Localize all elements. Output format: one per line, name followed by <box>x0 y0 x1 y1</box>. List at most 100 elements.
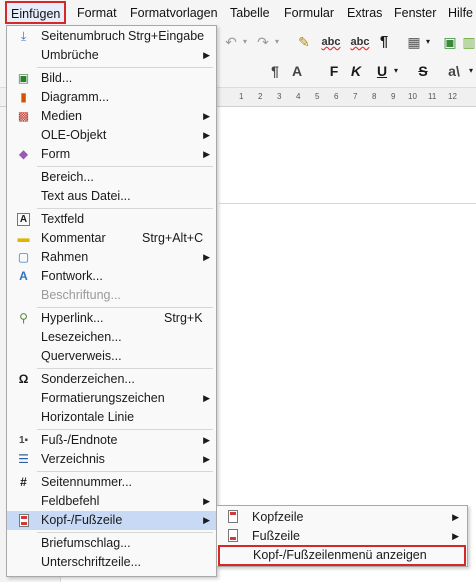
menu-item-kommentar[interactable]: ▬ Kommentar Strg+Alt+C <box>7 229 216 248</box>
submenu-arrow-icon: ▶ <box>203 454 210 464</box>
menu-item-unterschriftzeile[interactable]: Unterschriftzeile... <box>7 553 216 572</box>
menu-item-diagramm[interactable]: ▮ Diagramm... <box>7 88 216 107</box>
menu-item-fussnote[interactable]: 1▪ Fuß-/Endnote ▶ <box>7 431 216 450</box>
menu-item-formatierungszeichen[interactable]: Formatierungszeichen ▶ <box>7 389 216 408</box>
ruler-tick: 2 <box>258 92 263 101</box>
menu-formatvorlagen[interactable]: Formatvorlagen <box>130 0 218 27</box>
menu-item-hyperlink[interactable]: ⚲ Hyperlink... Strg+K <box>7 309 216 328</box>
menu-item-beschriftung: Beschriftung... <box>7 286 216 305</box>
insert-chart-icon[interactable]: ▥ <box>462 32 476 52</box>
ruler-tick: 11 <box>428 92 437 101</box>
char-style-icon[interactable]: A <box>288 61 306 81</box>
media-icon: ▩ <box>17 109 30 123</box>
submenu-item-label: Kopf-/Fußzeilenmenü anzeigen <box>253 548 427 562</box>
undo-icon[interactable]: ↶ <box>222 32 240 52</box>
menu-item-label: Form <box>41 147 71 161</box>
strikethrough-icon[interactable]: S <box>415 61 431 81</box>
menu-extras[interactable]: Extras <box>347 0 382 27</box>
menu-item-textfeld[interactable]: A Textfeld <box>7 210 216 229</box>
menu-item-ole-objekt[interactable]: OLE-Objekt ▶ <box>7 126 216 145</box>
menu-item-verzeichnis[interactable]: ☰ Verzeichnis ▶ <box>7 450 216 469</box>
submenu-arrow-icon: ▶ <box>203 149 210 159</box>
menu-item-fontwork[interactable]: A Fontwork... <box>7 267 216 286</box>
menu-fenster[interactable]: Fenster <box>394 0 436 27</box>
menu-einfuegen[interactable]: Einfügen <box>5 1 67 24</box>
submenu-item-label: Kopfzeile <box>252 510 304 524</box>
submenu-item-label: Fußzeile <box>252 529 300 543</box>
menu-tabelle[interactable]: Tabelle <box>230 0 270 27</box>
menu-item-label: Feldbefehl <box>41 494 100 508</box>
menu-item-rahmen[interactable]: ▢ Rahmen ▶ <box>7 248 216 267</box>
submenu-arrow-icon: ▶ <box>203 496 210 506</box>
menu-item-label: Briefumschlag... <box>41 536 131 550</box>
menu-separator <box>37 166 213 167</box>
footnote-icon: 1▪ <box>18 435 29 446</box>
hyperlink-icon: ⚲ <box>19 311 28 325</box>
menu-item-bereich[interactable]: Bereich... <box>7 168 216 187</box>
page-break-icon: ⤓ <box>20 29 27 43</box>
ruler-tick: 8 <box>372 92 377 101</box>
chart-icon: ▮ <box>20 90 27 104</box>
menu-item-label: Bild... <box>41 71 73 85</box>
frame-icon: ▢ <box>17 250 30 264</box>
submenu-item-kopf-fusszeilenmenue-anzeigen[interactable]: Kopf-/Fußzeilenmenü anzeigen <box>218 545 466 566</box>
case-dropdown-icon[interactable]: ▾ <box>466 61 476 81</box>
redo-icon[interactable]: ↷ <box>254 32 272 52</box>
menu-item-label: OLE-Objekt <box>41 128 107 142</box>
menu-item-label: Rahmen <box>41 250 89 264</box>
underline-icon[interactable]: U <box>374 61 390 81</box>
menu-separator <box>37 67 213 68</box>
table-icon[interactable]: ▦ <box>405 32 423 52</box>
menu-item-label: Lesezeichen... <box>41 330 122 344</box>
italic-icon[interactable]: K <box>348 61 364 81</box>
menu-item-label: Seitenumbruch <box>41 29 126 43</box>
submenu-arrow-icon: ▶ <box>203 393 210 403</box>
menu-item-querverweis[interactable]: Querverweis... <box>7 347 216 366</box>
menu-item-sonderzeichen[interactable]: Ω Sonderzeichen... <box>7 370 216 389</box>
menu-format[interactable]: Format <box>77 0 117 27</box>
ruler-tick: 3 <box>277 92 282 101</box>
underline-dropdown-icon[interactable]: ▾ <box>391 61 401 81</box>
menu-item-kopf-fusszeile[interactable]: Kopf-/Fußzeile ▶ <box>7 511 216 530</box>
submenu-item-fusszeile[interactable]: Fußzeile ▶ <box>217 527 467 546</box>
menu-item-label: Fuß-/Endnote <box>41 433 118 447</box>
undo-dropdown-icon[interactable]: ▾ <box>240 32 250 52</box>
menu-item-label: Querverweis... <box>41 349 122 363</box>
menu-separator <box>37 471 213 472</box>
menu-hilfe[interactable]: Hilfe <box>448 0 473 27</box>
menu-item-medien[interactable]: ▩ Medien ▶ <box>7 107 216 126</box>
find-replace-icon[interactable]: ✎ <box>294 32 314 52</box>
ruler-tick: 5 <box>315 92 320 101</box>
submenu-arrow-icon: ▶ <box>203 50 210 60</box>
menu-item-bild[interactable]: ▣ Bild... <box>7 69 216 88</box>
menu-item-horizontale-linie[interactable]: Horizontale Linie <box>7 408 216 427</box>
bold-icon[interactable]: F <box>326 61 342 81</box>
ruler-tick: 12 <box>448 92 457 101</box>
menu-item-lesezeichen[interactable]: Lesezeichen... <box>7 328 216 347</box>
table-dropdown-icon[interactable]: ▾ <box>423 32 433 52</box>
menu-separator <box>37 307 213 308</box>
case-icon[interactable]: a\ <box>443 61 465 81</box>
spellcheck-icon[interactable]: abc <box>318 32 344 52</box>
paragraph-format-icon[interactable]: ¶ <box>266 61 284 81</box>
menu-item-seitennummer[interactable]: # Seitennummer... <box>7 473 216 492</box>
menu-formular[interactable]: Formular <box>284 0 334 27</box>
menu-item-form[interactable]: ◆ Form ▶ <box>7 145 216 164</box>
menu-item-text-aus-datei[interactable]: Text aus Datei... <box>7 187 216 206</box>
redo-dropdown-icon[interactable]: ▾ <box>272 32 282 52</box>
menu-separator <box>37 368 213 369</box>
menu-item-feldbefehl[interactable]: Feldbefehl ▶ <box>7 492 216 511</box>
menu-item-briefumschlag[interactable]: Briefumschlag... <box>7 534 216 553</box>
submenu-item-kopfzeile[interactable]: Kopfzeile ▶ <box>217 508 467 527</box>
submenu-arrow-icon: ▶ <box>452 512 459 522</box>
menu-item-label: Medien <box>41 109 82 123</box>
ruler-tick: 9 <box>391 92 396 101</box>
menu-item-label: Beschriftung... <box>41 288 121 302</box>
insert-image-icon[interactable]: ▣ <box>441 32 459 52</box>
shape-icon: ◆ <box>18 147 29 161</box>
autospell-icon[interactable]: abc <box>347 32 373 52</box>
menu-item-shortcut: Strg+Alt+C <box>142 231 204 245</box>
menu-item-seitenumbruch[interactable]: ⤓ Seitenumbruch Strg+Eingabe <box>7 27 216 46</box>
menu-item-umbrueche[interactable]: Umbrüche ▶ <box>7 46 216 65</box>
ruler-tick: 6 <box>334 92 339 101</box>
